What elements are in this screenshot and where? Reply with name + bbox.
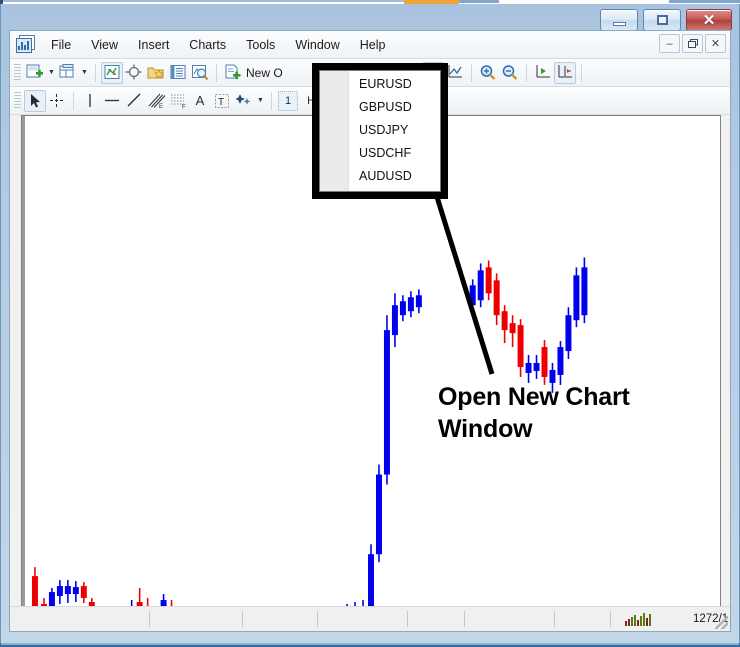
favorites-button[interactable] bbox=[145, 62, 167, 84]
fibonacci-retracement-icon: F bbox=[171, 94, 186, 110]
trendline-button[interactable] bbox=[123, 90, 145, 112]
menu-item-view[interactable]: View bbox=[82, 35, 127, 55]
chart-shift-icon bbox=[558, 65, 573, 78]
line-toolbar-grip[interactable] bbox=[14, 91, 21, 110]
chart-shift-button[interactable] bbox=[554, 61, 577, 84]
text-icon: A bbox=[195, 93, 205, 108]
resize-grip[interactable] bbox=[715, 616, 728, 629]
mdi-caption-buttons: – ✕ bbox=[659, 34, 726, 53]
svg-text:E: E bbox=[159, 104, 163, 109]
svg-text:T: T bbox=[218, 97, 224, 108]
market-watch-icon bbox=[104, 65, 120, 79]
menu-item-help[interactable]: Help bbox=[351, 35, 395, 55]
text-button[interactable]: A bbox=[189, 90, 211, 112]
text-label-icon: T bbox=[215, 93, 229, 108]
strategy-tester-icon bbox=[192, 65, 209, 81]
auto-scroll-button[interactable] bbox=[532, 62, 554, 84]
mdi-close-button[interactable]: ✕ bbox=[705, 34, 726, 53]
new-chart-dropdown-caret[interactable]: ▼ bbox=[46, 62, 57, 84]
data-window-icon bbox=[170, 65, 186, 79]
crosshair-button[interactable] bbox=[46, 90, 68, 112]
zoom-out-button[interactable] bbox=[499, 62, 521, 84]
horizontal-line-button[interactable] bbox=[101, 90, 123, 112]
folder-star-icon bbox=[147, 67, 164, 79]
timeframe-m1[interactable]: 1 bbox=[278, 90, 299, 111]
strategy-tester-button[interactable] bbox=[189, 62, 211, 84]
window-caption-buttons: ✕ bbox=[600, 9, 732, 31]
new-order-icon bbox=[225, 64, 241, 80]
text-label-button[interactable]: T bbox=[211, 90, 233, 112]
menu-item-tools[interactable]: Tools bbox=[237, 35, 284, 55]
maximize-button[interactable] bbox=[643, 9, 681, 31]
equidistant-channel-icon: E bbox=[148, 93, 166, 109]
market-watch-button[interactable] bbox=[101, 61, 123, 84]
profiles-button[interactable] bbox=[57, 62, 79, 84]
shapes-dropdown-caret[interactable]: ▼ bbox=[255, 90, 266, 112]
shapes-button[interactable] bbox=[233, 90, 255, 112]
crosshair-icon bbox=[50, 94, 63, 107]
metatrader-app-icon bbox=[16, 35, 37, 54]
cursor-icon bbox=[30, 93, 40, 107]
horizontal-line-icon bbox=[105, 99, 119, 102]
navigator-icon bbox=[125, 64, 142, 80]
profiles-dropdown-caret[interactable]: ▼ bbox=[79, 62, 90, 84]
line-chart-icon bbox=[448, 65, 463, 78]
close-icon: ✕ bbox=[702, 11, 716, 29]
symbol-dropdown-menu[interactable]: EURUSD GBPUSD USDJPY USDCHF AUDUSD bbox=[312, 63, 448, 199]
equidistant-channel-button[interactable]: E bbox=[145, 90, 167, 112]
menu-item-charts[interactable]: Charts bbox=[180, 35, 235, 55]
mdi-restore-icon bbox=[687, 39, 698, 48]
annotation-line-2: Window bbox=[438, 415, 533, 443]
dropdown-gutter bbox=[320, 71, 349, 191]
toolbar-grip[interactable] bbox=[14, 63, 21, 82]
menu-item-window[interactable]: Window bbox=[286, 35, 348, 55]
data-window-button[interactable] bbox=[167, 62, 189, 84]
trendline-icon bbox=[127, 93, 141, 107]
annotation-text: Open New Chart Window bbox=[438, 381, 708, 445]
dropdown-item-usdchf[interactable]: USDCHF bbox=[349, 142, 440, 165]
dropdown-item-usdjpy[interactable]: USDJPY bbox=[349, 119, 440, 142]
status-bar: 1272/1 kb bbox=[10, 606, 730, 631]
menu-bar: File View Insert Charts Tools Window Hel… bbox=[10, 31, 730, 59]
menu-item-file[interactable]: File bbox=[42, 35, 80, 55]
svg-text:F: F bbox=[182, 105, 186, 110]
auto-scroll-icon bbox=[536, 65, 551, 78]
minimize-icon bbox=[612, 21, 626, 26]
mdi-minimize-button[interactable]: – bbox=[659, 34, 680, 53]
menu-item-insert[interactable]: Insert bbox=[129, 35, 178, 55]
new-chart-button[interactable] bbox=[24, 62, 46, 84]
zoom-out-icon bbox=[502, 65, 518, 80]
maximize-icon bbox=[656, 15, 668, 25]
zoom-in-button[interactable] bbox=[477, 62, 499, 84]
dropdown-item-eurusd[interactable]: EURUSD bbox=[349, 73, 440, 96]
window-frame-bottom bbox=[0, 643, 740, 647]
dropdown-item-gbpusd[interactable]: GBPUSD bbox=[349, 96, 440, 119]
mdi-restore-button[interactable] bbox=[682, 34, 703, 53]
signal-bars-icon bbox=[625, 612, 653, 626]
close-button[interactable]: ✕ bbox=[686, 9, 732, 31]
metatrader-window: ✕ File View Insert Charts Tools Window H… bbox=[0, 0, 740, 647]
zoom-in-icon bbox=[480, 65, 496, 80]
navigator-button[interactable] bbox=[123, 62, 145, 84]
vertical-line-icon bbox=[89, 94, 91, 107]
minimize-button[interactable] bbox=[600, 9, 638, 31]
fibonacci-retracement-button[interactable]: F bbox=[167, 90, 189, 112]
profiles-icon bbox=[59, 64, 74, 78]
shapes-icon bbox=[235, 94, 251, 105]
dropdown-item-audusd[interactable]: AUDUSD bbox=[349, 165, 440, 188]
new-order-label: New O bbox=[246, 65, 283, 80]
cursor-button[interactable] bbox=[24, 89, 46, 112]
annotation-line-1: Open New Chart bbox=[438, 383, 630, 411]
vertical-line-button[interactable] bbox=[79, 90, 101, 112]
new-chart-icon bbox=[26, 64, 43, 78]
new-order-button[interactable] bbox=[222, 62, 244, 84]
